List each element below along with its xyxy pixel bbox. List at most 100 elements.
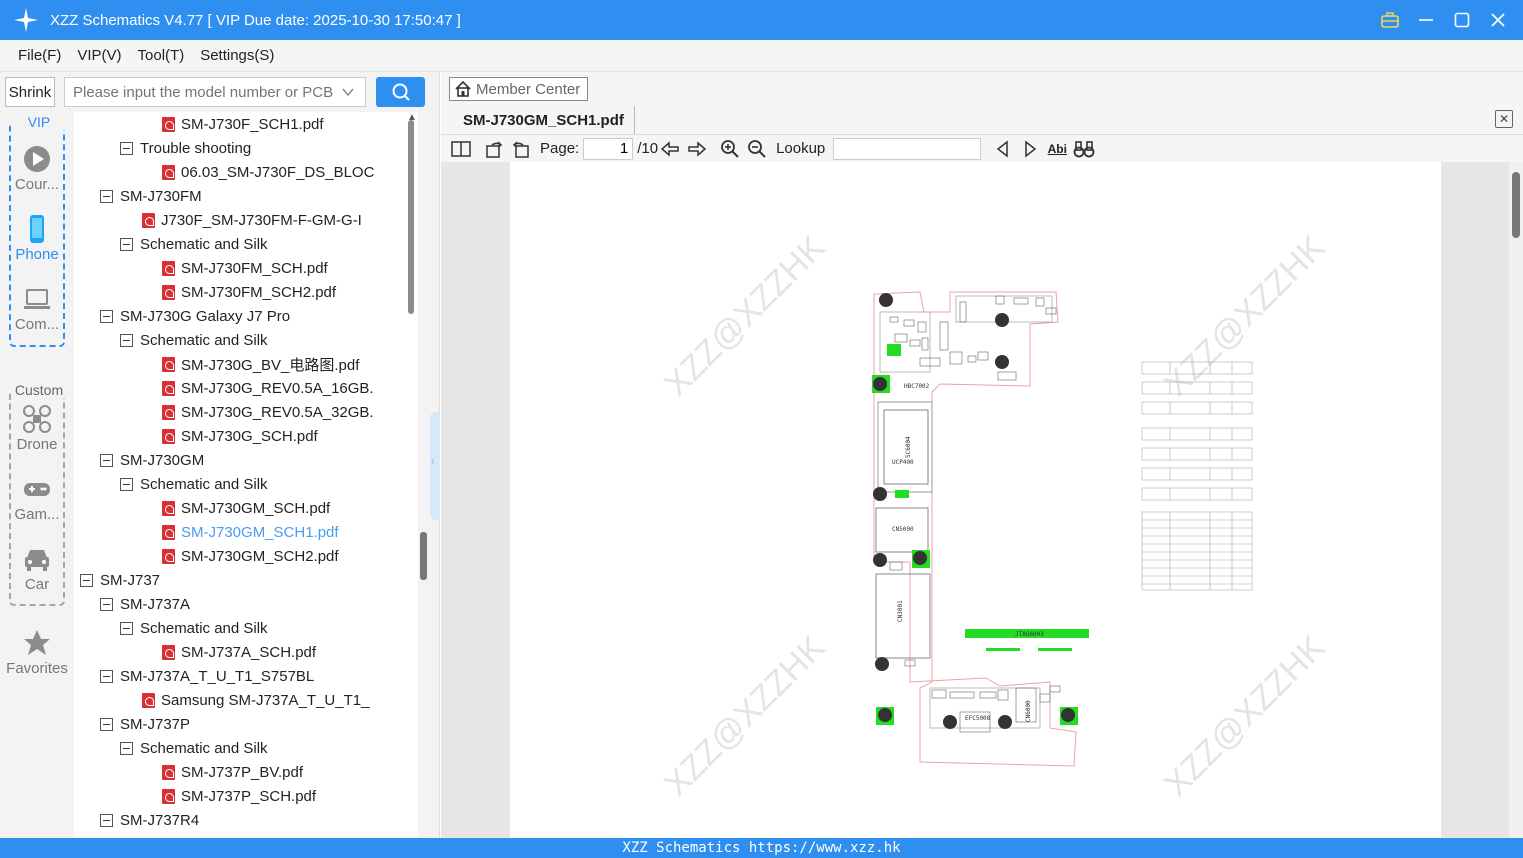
shrink-button[interactable]: Shrink	[5, 77, 55, 107]
viewer-scrollbar[interactable]	[1509, 162, 1523, 838]
chevron-down-icon[interactable]	[341, 85, 355, 103]
tree-item-label: SM-J737	[100, 571, 161, 589]
collapse-icon[interactable]	[100, 189, 113, 203]
pdf-viewer[interactable]: XZZ@XZZHK XZZ@XZZHK XZZ@XZZHK XZZ@XZZHK	[441, 162, 1523, 838]
tree-file-item[interactable]: SM-J730G_REV0.5A_32GB.	[162, 400, 374, 424]
collapse-icon[interactable]	[100, 597, 113, 611]
sidebar-toggle-icon[interactable]	[449, 137, 473, 161]
tree-folder-item[interactable]: Schematic and Silk	[120, 232, 268, 256]
collapse-icon[interactable]	[100, 813, 113, 827]
find-previous-icon[interactable]	[991, 137, 1015, 161]
tree-file-item[interactable]: SM-J730G_REV0.5A_16GB.	[162, 376, 374, 400]
tree-folder-item[interactable]: Schematic and Silk	[120, 328, 268, 352]
collapse-icon[interactable]	[100, 453, 113, 467]
tree-file-item[interactable]: SM-J737A_SCH.pdf	[162, 640, 316, 664]
collapse-icon[interactable]	[100, 717, 113, 731]
menu-settings[interactable]: Settings(S)	[192, 47, 282, 64]
tree-folder-item[interactable]: Trouble shooting	[120, 136, 251, 160]
tree-folder-item[interactable]: SM-J737A_T_U_T1_S757BL	[100, 664, 314, 688]
tree-file-item[interactable]: SM-J730FM_SCH2.pdf	[162, 280, 336, 304]
model-search-input[interactable]	[73, 83, 333, 101]
vip-briefcase-icon[interactable]	[1379, 9, 1401, 31]
tree-folder-item[interactable]: SM-J737	[80, 568, 160, 592]
category-computer[interactable]: Com...	[0, 284, 74, 333]
close-all-tabs-icon[interactable]: ✕	[1495, 110, 1513, 128]
tree-item-label: SM-J730G Galaxy J7 Pro	[120, 307, 291, 325]
previous-page-icon[interactable]	[658, 137, 682, 161]
tree-file-item[interactable]: J730F_SM-J730FM-F-GM-G-I	[142, 208, 362, 232]
tree-folder-item[interactable]: SM-J730GM	[100, 448, 204, 472]
model-search-combobox[interactable]	[64, 77, 366, 107]
menu-vip[interactable]: VIP(V)	[69, 47, 129, 64]
menu-file[interactable]: File(F)	[10, 47, 69, 64]
viewer-scroll-thumb[interactable]	[1512, 172, 1520, 238]
category-drone[interactable]: Drone	[0, 404, 74, 453]
tree-folder-item[interactable]: SM-J737R4	[100, 808, 199, 832]
tree-item-label: SM-J730F_SCH1.pdf	[181, 115, 324, 133]
favorites-button[interactable]: Favorites	[0, 628, 74, 677]
find-next-icon[interactable]	[1018, 137, 1042, 161]
close-icon[interactable]	[1487, 9, 1509, 31]
pdf-file-icon	[162, 404, 175, 420]
category-phone[interactable]: Phone	[0, 214, 74, 263]
tree-folder-item[interactable]: SM-J737P	[100, 712, 190, 736]
collapse-icon[interactable]	[120, 621, 133, 635]
tree-folder-item[interactable]: Schematic and Silk	[120, 616, 268, 640]
tree-file-item[interactable]: SM-J730GM_SCH.pdf	[162, 496, 330, 520]
collapse-icon[interactable]	[120, 477, 133, 491]
binoculars-icon[interactable]	[1072, 137, 1096, 161]
tree-file-item[interactable]: SM-J730G_SCH.pdf	[162, 424, 318, 448]
collapse-icon[interactable]	[120, 237, 133, 251]
next-page-icon[interactable]	[685, 137, 709, 161]
tree-file-item[interactable]: SM-J730GM_SCH1.pdf	[162, 520, 339, 544]
collapse-icon[interactable]	[80, 573, 93, 587]
tree-file-item[interactable]: SM-J730G_BV_电路图.pdf	[162, 352, 359, 376]
rotate-right-icon[interactable]	[482, 137, 506, 161]
tab-document[interactable]: SM-J730GM_SCH1.pdf	[453, 106, 635, 134]
lookup-input[interactable]	[833, 137, 982, 160]
rotate-left-icon[interactable]	[509, 137, 533, 161]
status-bar: XZZ Schematics https://www.xzz.hk	[0, 838, 1523, 858]
menu-tool[interactable]: Tool(T)	[130, 47, 193, 64]
tree-folder-item[interactable]: Schematic and Silk	[120, 472, 268, 496]
category-game[interactable]: Gam...	[0, 474, 74, 523]
collapse-icon[interactable]	[120, 741, 133, 755]
page-number-input[interactable]	[583, 137, 634, 160]
tree-item-label: SM-J737P_BV.pdf	[181, 763, 304, 781]
category-car[interactable]: Car	[0, 544, 74, 593]
panel-collapse-handle[interactable]: ‹	[430, 412, 440, 520]
search-button[interactable]	[376, 77, 425, 107]
tree-file-item[interactable]: Samsung SM-J737A_T_U_T1_	[142, 688, 369, 712]
tree-item-label: SM-J737A_T_U_T1_S757BL	[120, 667, 315, 685]
tree-folder-item[interactable]: SM-J730G Galaxy J7 Pro	[100, 304, 290, 328]
tree-file-item[interactable]: 06.03_SM-J730F_DS_BLOC	[162, 160, 374, 184]
tree-file-item[interactable]: SM-J730F_SCH1.pdf	[162, 112, 324, 136]
tree-file-item[interactable]: SM-J737P_SCH.pdf	[162, 784, 316, 808]
tree-file-item[interactable]: SM-J737P_BV.pdf	[162, 760, 303, 784]
minimize-icon[interactable]	[1415, 9, 1437, 31]
tree-scrollbar[interactable]: ▲	[405, 112, 418, 838]
tree-folder-item[interactable]: SM-J730FM	[100, 184, 202, 208]
collapse-icon[interactable]	[120, 141, 133, 155]
tree-folder-item[interactable]: SM-J737A	[100, 592, 190, 616]
match-case-icon[interactable]: Abi	[1045, 137, 1069, 161]
panel-scroll-thumb[interactable]	[420, 532, 427, 580]
tree-item-label: SM-J730G_REV0.5A_16GB.	[181, 379, 374, 397]
zoom-in-icon[interactable]	[718, 137, 742, 161]
title-bar: XZZ Schematics V4.77 [ VIP Due date: 202…	[0, 0, 1523, 40]
collapse-icon[interactable]	[100, 669, 113, 683]
member-center-button[interactable]: Member Center	[449, 77, 588, 101]
tree-file-item[interactable]: SM-J730FM_SCH.pdf	[162, 256, 328, 280]
maximize-icon[interactable]	[1451, 9, 1473, 31]
pdf-file-icon	[162, 788, 175, 804]
tree-file-item[interactable]: SM-J730GM_SCH2.pdf	[162, 544, 339, 568]
tree-item-label: SM-J730G_REV0.5A_32GB.	[181, 403, 374, 421]
panel-scrollbar[interactable]	[418, 112, 430, 838]
collapse-icon[interactable]	[120, 333, 133, 347]
tree-scroll-thumb[interactable]	[408, 120, 414, 314]
collapse-icon[interactable]	[100, 309, 113, 323]
zoom-out-icon[interactable]	[745, 137, 769, 161]
category-courses[interactable]: Cour...	[0, 144, 74, 193]
pdf-file-icon	[162, 428, 175, 444]
tree-folder-item[interactable]: Schematic and Silk	[120, 736, 268, 760]
